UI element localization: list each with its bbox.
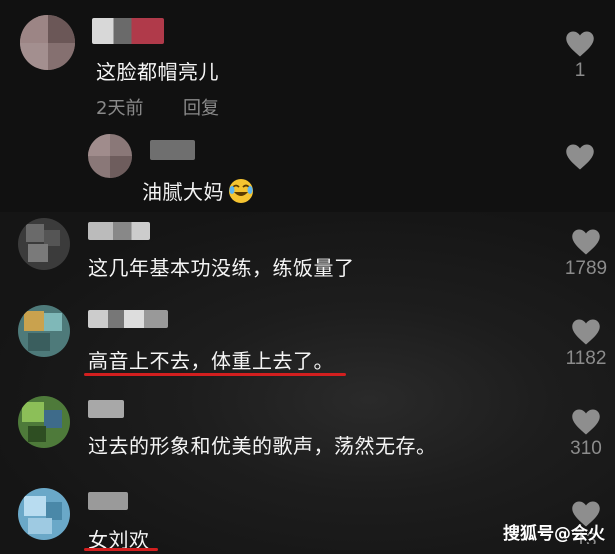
like-count: 1182	[565, 348, 607, 369]
username-blurred[interactable]	[88, 400, 124, 418]
comment-text-label: 油腻大妈	[142, 180, 224, 204]
username-blurred[interactable]	[88, 492, 128, 510]
heart-icon	[566, 31, 594, 57]
avatar[interactable]	[18, 396, 70, 448]
comment-text: 这脸都帽亮儿	[96, 60, 219, 84]
avatar[interactable]	[18, 305, 70, 357]
like-button[interactable]: 310	[561, 408, 611, 460]
username-blurred[interactable]	[92, 18, 164, 44]
heart-icon	[566, 144, 594, 170]
reply-button[interactable]: 回复	[183, 94, 219, 120]
avatar[interactable]	[88, 134, 132, 178]
like-button[interactable]: 1	[555, 30, 605, 82]
highlight-underline	[84, 548, 158, 551]
highlight-underline	[84, 373, 346, 376]
like-button[interactable]	[555, 143, 605, 171]
heart-icon	[572, 319, 600, 345]
username-blurred[interactable]	[88, 310, 168, 328]
like-count: 1	[574, 60, 586, 81]
comment-text: 过去的形象和优美的歌声，荡然无存。	[88, 434, 437, 458]
heart-icon	[572, 229, 600, 255]
watermark: 搜狐号@会火	[503, 524, 605, 544]
comment-date: 2天前	[96, 98, 144, 119]
comment-text: 高音上不去，体重上去了。	[88, 349, 334, 373]
avatar[interactable]	[18, 218, 70, 270]
like-button[interactable]: 1789	[561, 228, 611, 280]
avatar[interactable]	[20, 15, 75, 70]
like-count: 310	[570, 438, 602, 459]
username-blurred[interactable]	[150, 140, 195, 160]
laughing-crying-emoji-icon	[228, 178, 254, 209]
like-button[interactable]: 1182	[561, 318, 611, 370]
comment-text: 这几年基本功没练，练饭量了	[88, 256, 355, 280]
username-blurred[interactable]	[88, 222, 150, 240]
comment-text: 油腻大妈	[142, 176, 254, 209]
like-count: 1789	[564, 258, 608, 279]
avatar[interactable]	[18, 488, 70, 540]
heart-icon	[572, 409, 600, 435]
